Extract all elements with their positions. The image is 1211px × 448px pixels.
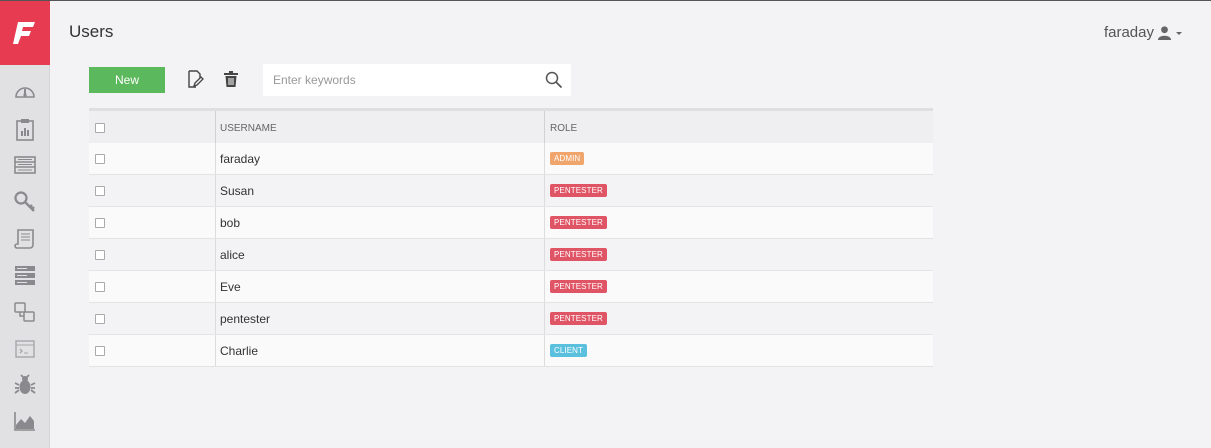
page-title: Users (69, 22, 114, 41)
username-cell: pentester (216, 303, 545, 334)
report-icon[interactable] (12, 226, 38, 252)
username-cell: Susan (216, 175, 545, 206)
user-icon (1157, 26, 1172, 40)
search-input[interactable] (263, 64, 533, 96)
server-icon[interactable] (12, 262, 38, 288)
row-checkbox[interactable] (95, 345, 105, 356)
select-all-checkbox[interactable] (95, 123, 105, 133)
terminal-icon[interactable] (12, 336, 38, 362)
search-icon[interactable] (545, 71, 563, 89)
sidebar (0, 1, 50, 448)
username-cell: Charlie (216, 335, 545, 366)
role-badge: PENTESTER (550, 312, 607, 325)
username-cell: Eve (216, 271, 545, 302)
table-body: faraday ADMIN Susan PENTESTER bob PENTESTER al… (89, 143, 933, 367)
row-checkbox[interactable] (95, 249, 105, 260)
list-icon[interactable] (12, 152, 38, 178)
users-table: USERNAME ROLE faraday ADMIN Susan PENTESTER… (89, 108, 933, 367)
column-header-role[interactable]: ROLE (545, 111, 933, 143)
chart-icon[interactable] (12, 408, 38, 434)
new-button[interactable]: New (89, 67, 165, 93)
faraday-logo[interactable] (0, 1, 50, 65)
role-badge: ADMIN (550, 152, 585, 165)
top-border (0, 0, 1211, 1)
search-box (263, 64, 571, 96)
row-checkbox[interactable] (95, 217, 105, 228)
column-header-username[interactable]: USERNAME (216, 111, 545, 143)
row-checkbox[interactable] (95, 281, 105, 292)
faraday-logo-icon (13, 22, 35, 44)
clipboard-icon[interactable] (12, 116, 38, 142)
role-badge: PENTESTER (550, 184, 607, 197)
username-cell: alice (216, 239, 545, 270)
gauge-icon[interactable] (12, 79, 38, 105)
username-cell: bob (216, 207, 545, 238)
table-row[interactable]: Charlie CLIENT (89, 335, 933, 367)
table-row[interactable]: Eve PENTESTER (89, 271, 933, 303)
role-badge: PENTESTER (550, 216, 607, 229)
table-row[interactable]: Susan PENTESTER (89, 175, 933, 207)
row-checkbox[interactable] (95, 185, 105, 196)
username-label: faraday (1103, 24, 1154, 41)
bug-icon[interactable] (12, 372, 38, 398)
role-badge: PENTESTER (550, 280, 607, 293)
user-menu[interactable]: faraday (1104, 24, 1183, 41)
table-row[interactable]: bob PENTESTER (89, 207, 933, 239)
role-badge: PENTESTER (550, 248, 607, 261)
role-badge: CLIENT (550, 344, 588, 357)
row-checkbox[interactable] (95, 313, 105, 324)
username-cell: faraday (216, 143, 545, 174)
table-row[interactable]: pentester PENTESTER (89, 303, 933, 335)
trash-icon[interactable] (221, 69, 241, 89)
caret-down-icon (1176, 31, 1182, 35)
table-row[interactable]: faraday ADMIN (89, 143, 933, 175)
table-header: USERNAME ROLE (89, 108, 933, 143)
row-checkbox[interactable] (95, 153, 105, 164)
chat-icon[interactable] (12, 299, 38, 325)
key-icon[interactable] (12, 189, 38, 215)
table-row[interactable]: alice PENTESTER (89, 239, 933, 271)
edit-icon[interactable] (185, 69, 205, 89)
